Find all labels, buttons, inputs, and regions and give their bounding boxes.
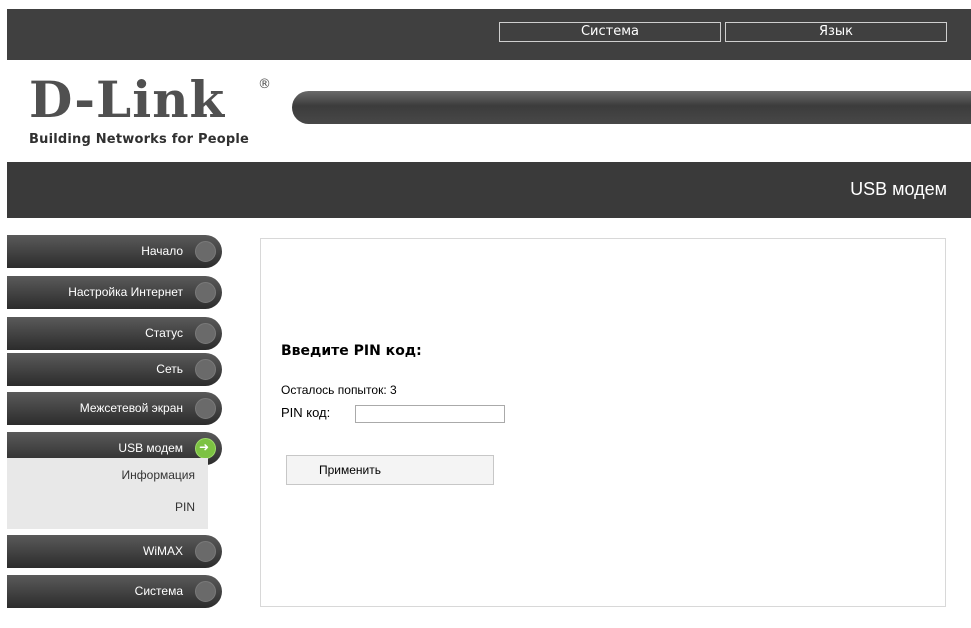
- dlink-logo: D-Link: [29, 70, 226, 129]
- sidebar-item-start[interactable]: Начало: [7, 235, 222, 268]
- content-panel: Введите PIN код: Осталось попыток: 3 PIN…: [260, 238, 946, 607]
- arrow-circle-icon: [195, 241, 216, 262]
- sidebar-item-label: Настройка Интернет: [68, 285, 183, 299]
- arrow-circle-icon: [195, 282, 216, 303]
- sidebar-item-firewall[interactable]: Межсетевой экран: [7, 392, 222, 425]
- sidebar-item-label: Межсетевой экран: [79, 401, 183, 415]
- sidebar-item-label: Статус: [145, 326, 183, 340]
- arrow-circle-icon: [195, 541, 216, 562]
- logo-tagline: Building Networks for People: [29, 132, 250, 147]
- top-menu-system[interactable]: Система: [499, 22, 721, 42]
- arrow-circle-icon: [195, 581, 216, 602]
- logo-area: D-Link ® Building Networks for People: [7, 60, 971, 162]
- top-menu-language[interactable]: Язык: [725, 22, 947, 42]
- sidebar-item-wimax[interactable]: WiMAX: [7, 535, 222, 568]
- sidebar-item-network[interactable]: Сеть: [7, 353, 222, 386]
- submenu-item-info[interactable]: Информация: [122, 468, 195, 482]
- registered-mark: ®: [258, 77, 271, 92]
- pin-row: PIN код:: [281, 404, 505, 423]
- pin-label: PIN код:: [281, 405, 331, 421]
- sidebar-item-label: Сеть: [156, 362, 183, 376]
- arrow-circle-icon: [195, 398, 216, 419]
- sidebar-item-label: WiMAX: [143, 544, 183, 558]
- sidebar-item-status[interactable]: Статус: [7, 317, 222, 350]
- sidebar-item-internet-setup[interactable]: Настройка Интернет: [7, 276, 222, 309]
- submenu-item-pin[interactable]: PIN: [175, 500, 195, 514]
- sidebar-item-label: Система: [134, 584, 183, 598]
- pin-input[interactable]: [355, 405, 505, 423]
- apply-button[interactable]: Применить: [286, 455, 494, 485]
- sidebar-item-system[interactable]: Система: [7, 575, 222, 608]
- page-title: USB модем: [850, 179, 947, 199]
- sidebar-item-label: Начало: [141, 244, 183, 258]
- arrow-circle-icon: [195, 323, 216, 344]
- top-bar: Система Язык: [7, 9, 971, 60]
- sidebar-item-label: USB модем: [118, 441, 183, 455]
- usb-modem-submenu: Информация PIN: [7, 458, 208, 529]
- title-bar: USB модем: [7, 162, 971, 218]
- form-heading: Введите PIN код:: [281, 343, 422, 359]
- arrow-circle-active-icon: [195, 438, 216, 459]
- arrow-circle-icon: [195, 359, 216, 380]
- logo-decorative-bar: [292, 91, 971, 124]
- attempts-remaining: Осталось попыток: 3: [281, 383, 397, 397]
